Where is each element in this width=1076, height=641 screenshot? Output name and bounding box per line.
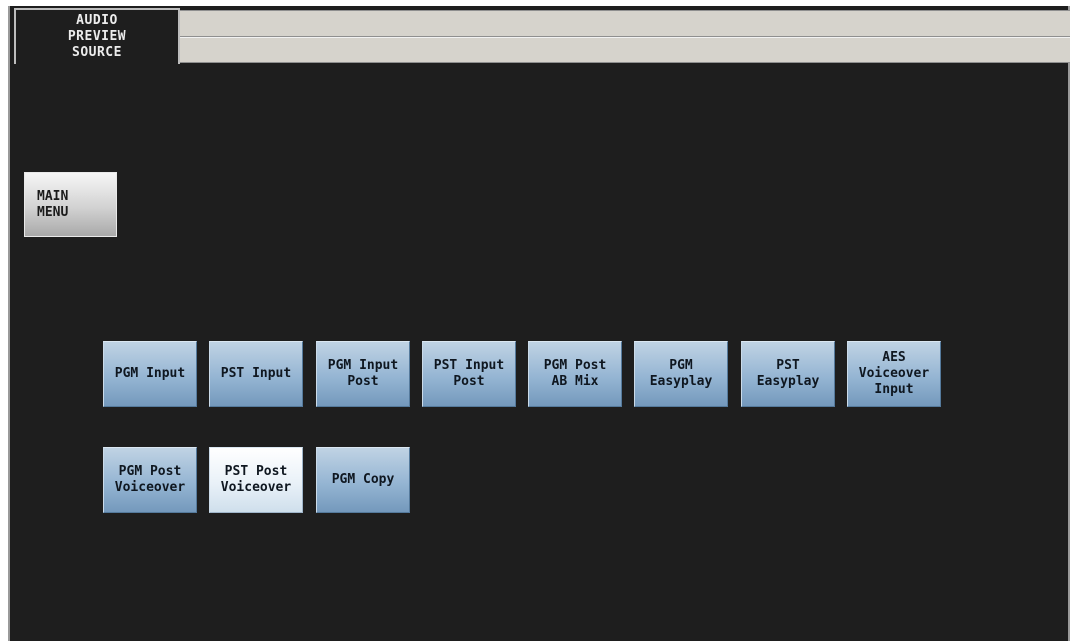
main-panel bbox=[8, 6, 1070, 641]
source-button-pst-post-voiceover[interactable]: PST Post Voiceover bbox=[209, 447, 303, 513]
source-button-aes-voiceover-input[interactable]: AES Voiceover Input bbox=[847, 341, 941, 407]
source-button-pgm-input[interactable]: PGM Input bbox=[103, 341, 197, 407]
source-button-pst-input-post[interactable]: PST Input Post bbox=[422, 341, 516, 407]
header-bar bbox=[180, 10, 1070, 63]
source-button-pgm-post-voiceover[interactable]: PGM Post Voiceover bbox=[103, 447, 197, 513]
source-button-pst-input[interactable]: PST Input bbox=[209, 341, 303, 407]
source-button-pst-easyplay[interactable]: PST Easyplay bbox=[741, 341, 835, 407]
main-menu-button[interactable]: MAIN MENU bbox=[24, 172, 117, 237]
header-divider bbox=[180, 36, 1070, 38]
source-button-pgm-post-ab-mix[interactable]: PGM Post AB Mix bbox=[528, 341, 622, 407]
tab-audio-preview-source[interactable]: AUDIO PREVIEW SOURCE bbox=[14, 8, 180, 64]
source-button-pgm-input-post[interactable]: PGM Input Post bbox=[316, 341, 410, 407]
source-button-pgm-copy[interactable]: PGM Copy bbox=[316, 447, 410, 513]
source-button-pgm-easyplay[interactable]: PGM Easyplay bbox=[634, 341, 728, 407]
